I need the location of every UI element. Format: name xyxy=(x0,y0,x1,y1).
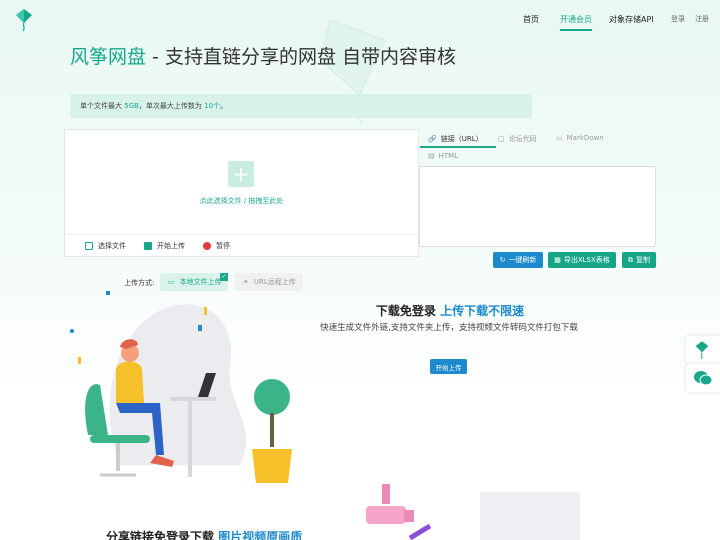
bottom-title-a: 分享链接免登录下载 xyxy=(106,530,219,540)
upload-hint[interactable]: 点此选择文件 / 拖拽至此处 xyxy=(65,196,418,206)
export-xlsx-button[interactable]: ▦ 导出XLSX表格 xyxy=(548,252,616,268)
tab-forum-label: 论坛代码 xyxy=(508,135,537,143)
login-link[interactable]: 登录 xyxy=(671,14,685,24)
code-file-icon: ▢ xyxy=(498,135,505,143)
refresh-button[interactable]: ↻ 一键刷新 xyxy=(493,252,543,268)
limit-notice: 单个文件最大 5GB，单次最大上传数为 10个。 xyxy=(70,94,532,118)
pause-button[interactable]: 暂停 xyxy=(203,241,230,251)
refresh-icon: ↻ xyxy=(499,256,506,264)
copy-label: 复制 xyxy=(636,256,650,264)
title-tagline: - 支持直链分享的网盘 自带内容审核 xyxy=(146,46,456,68)
link-format-tabs: 🔗 链接（URL） ▢ 论坛代码 ▭ MarkDown ▤ HTML xyxy=(420,129,656,165)
upload-actions: 选择文件 开始上传 暂停 xyxy=(65,234,418,256)
notice-text-2: ，单次最大上传数为 xyxy=(138,102,205,110)
start-upload-button[interactable]: 开始上传 xyxy=(144,241,185,251)
side-kite-widget[interactable] xyxy=(686,336,720,364)
tab-html[interactable]: ▤ HTML xyxy=(428,152,458,160)
tab-html-label: HTML xyxy=(438,152,459,160)
link-output-textarea[interactable] xyxy=(419,166,656,247)
table-icon: ▦ xyxy=(554,256,561,264)
notice-text: 单个文件最大 xyxy=(80,102,125,110)
pause-label: 暂停 xyxy=(216,241,230,250)
tab-markdown[interactable]: ▭ MarkDown xyxy=(556,134,604,142)
camera-illustration xyxy=(366,484,580,540)
register-link[interactable]: 注册 xyxy=(695,14,709,24)
promo-start-upload-button[interactable]: 开始上传 xyxy=(430,359,467,374)
nav-active-indicator xyxy=(560,29,592,31)
tab-forum-code[interactable]: ▢ 论坛代码 xyxy=(498,134,537,144)
nav-vip-label: 开通会员 xyxy=(560,15,592,24)
markdown-icon: ▭ xyxy=(556,134,563,142)
export-label: 导出XLSX表格 xyxy=(563,256,610,264)
page-title: 风筝网盘 - 支持直链分享的网盘 自带内容审核 xyxy=(70,42,456,69)
promo-title-a: 下载免登录 xyxy=(375,304,441,318)
copy-button[interactable]: ⧉ 复制 xyxy=(622,252,656,268)
select-file-label: 选择文件 xyxy=(98,241,126,250)
tab-markdown-label: MarkDown xyxy=(566,134,604,142)
upload-dropzone[interactable]: + 点此选择文件 / 拖拽至此处 选择文件 开始上传 暂停 xyxy=(64,129,419,257)
wechat-icon xyxy=(694,371,713,386)
link-icon: 🔗 xyxy=(428,135,437,143)
person-at-desk-illustration xyxy=(70,291,292,483)
bottom-title-b: 图片视频原画质 xyxy=(218,530,303,540)
side-wechat-widget[interactable] xyxy=(686,364,720,392)
refresh-label: 一键刷新 xyxy=(508,256,537,264)
brand-name: 风筝网盘 xyxy=(70,46,147,68)
tab-url[interactable]: 🔗 链接（URL） xyxy=(428,134,483,144)
file-icon xyxy=(85,241,93,250)
start-upload-label: 开始上传 xyxy=(157,241,185,250)
promo-title: 下载免登录 上传下载不限速 xyxy=(330,302,570,319)
copy-icon: ⧉ xyxy=(628,255,633,264)
html-icon: ▤ xyxy=(428,152,435,160)
nav-storage-api[interactable]: 对象存储API xyxy=(609,14,654,25)
notice-text-3: 。 xyxy=(220,102,228,110)
notice-size: 5GB xyxy=(124,102,139,110)
promo-title-b: 上传下载不限速 xyxy=(440,304,525,318)
nav-vip[interactable]: 开通会员 xyxy=(560,14,592,31)
tab-url-label: 链接（URL） xyxy=(440,135,483,143)
notice-count: 10个 xyxy=(204,102,221,110)
folder-plus-icon[interactable]: + xyxy=(228,161,254,187)
kite-icon xyxy=(695,341,709,360)
tab-active-indicator xyxy=(420,146,496,148)
nav-home[interactable]: 首页 xyxy=(523,14,539,25)
upload-icon xyxy=(144,241,152,250)
kite-logo-icon[interactable] xyxy=(14,8,34,32)
pause-icon xyxy=(203,241,211,250)
bottom-section-title: 分享链接免登录下载 图片视频原画质 xyxy=(106,528,302,540)
select-file-button[interactable]: 选择文件 xyxy=(85,241,126,251)
checkmark-icon: ✓ xyxy=(220,273,228,281)
promo-description: 快速生成文件外链,支持文件夹上传，支持视频文件转码文件打包下载 xyxy=(320,323,578,333)
